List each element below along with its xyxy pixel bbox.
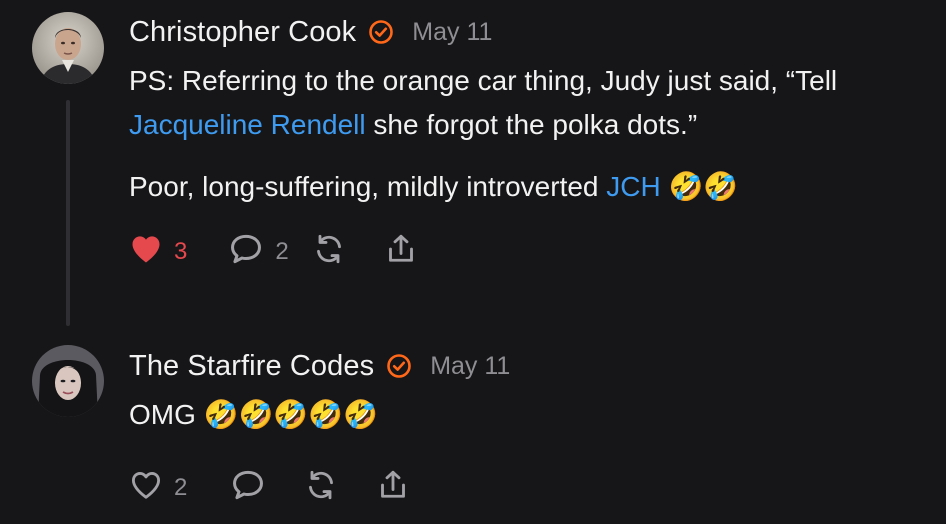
paragraph-text: OMG [129, 399, 204, 430]
post-paragraph: PS: Referring to the orange car thing, J… [129, 59, 919, 147]
author-name[interactable]: The Starfire Codes [129, 350, 374, 383]
comment-bubble-icon [229, 466, 267, 509]
restack-icon [311, 231, 347, 272]
like-count: 2 [174, 473, 188, 501]
author-name[interactable]: Christopher Cook [129, 16, 356, 49]
post-paragraph: Poor, long-suffering, mildly introverted… [129, 165, 929, 209]
paragraph-text: PS: Referring to the orange car thing, J… [129, 65, 838, 96]
heart-filled-icon [128, 231, 164, 272]
comment-count: 2 [275, 237, 289, 265]
like-button[interactable]: 3 [128, 231, 187, 272]
like-count: 3 [174, 237, 188, 265]
share-icon [383, 231, 419, 272]
paragraph-text: she forgot the polka dots.” [365, 109, 698, 140]
post-header: Christopher Cook May 11 [129, 12, 492, 52]
post-actions: 3 2 [128, 230, 419, 273]
comment-thread: Christopher Cook May 11 PS: Referring to… [0, 0, 946, 524]
avatar-christopher-cook[interactable] [32, 12, 104, 84]
comment-button[interactable] [229, 466, 267, 509]
share-button[interactable] [375, 467, 411, 508]
post-date[interactable]: May 11 [412, 18, 492, 47]
paragraph-text: Poor, long-suffering, mildly introverted [129, 171, 607, 202]
mention-link[interactable]: Jacqueline Rendell [129, 109, 366, 140]
post-actions: 2 [128, 466, 411, 509]
share-icon [375, 467, 411, 508]
like-button[interactable]: 2 [128, 467, 187, 508]
avatar-the-starfire-codes[interactable] [32, 345, 104, 417]
post-date[interactable]: May 11 [430, 352, 510, 381]
verified-badge-icon [386, 353, 412, 379]
post-body: PS: Referring to the orange car thing, J… [129, 59, 929, 209]
post-paragraph: OMG 🤣🤣🤣🤣🤣 [129, 393, 378, 437]
thread-line [66, 100, 70, 326]
comment-bubble-icon [227, 230, 265, 273]
restack-icon [303, 467, 339, 508]
post-body: OMG 🤣🤣🤣🤣🤣 [129, 393, 378, 437]
verified-badge-icon [368, 19, 394, 45]
emoji: 🤣🤣🤣🤣🤣 [203, 399, 378, 430]
post-header: The Starfire Codes May 11 [129, 346, 510, 386]
emoji: 🤣🤣 [668, 171, 739, 202]
share-button[interactable] [383, 231, 419, 272]
restack-button[interactable] [303, 467, 339, 508]
heart-outline-icon [128, 467, 164, 508]
restack-button[interactable] [311, 231, 347, 272]
mention-link[interactable]: JCH [606, 171, 660, 202]
comment-button[interactable]: 2 [227, 230, 289, 273]
